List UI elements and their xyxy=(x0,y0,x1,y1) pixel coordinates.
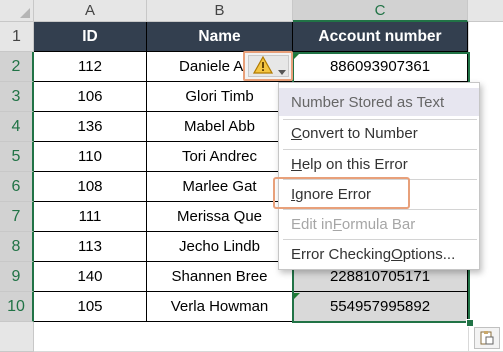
row-header-2[interactable]: 2 xyxy=(0,52,34,82)
spreadsheet: A B C 1 2 3 4 5 6 7 8 9 10 ID Name Account number 11… xyxy=(0,0,503,352)
edit-in-formula-bar-item: Edit in Formula Bar xyxy=(291,215,416,233)
select-all-corner[interactable] xyxy=(0,0,34,22)
table-cell[interactable]: 105 xyxy=(34,292,147,322)
table-cell[interactable]: 140 xyxy=(34,262,147,292)
column-header-a[interactable]: A xyxy=(34,0,147,22)
column-header-b[interactable]: B xyxy=(147,0,293,22)
paste-options-icon[interactable] xyxy=(474,327,500,349)
table-cell[interactable]: Merissa Que xyxy=(147,202,293,232)
header-cell-account[interactable]: Account number xyxy=(293,22,468,52)
error-indicator-icon xyxy=(294,53,300,59)
table-cell[interactable]: 111 xyxy=(34,202,147,232)
row-header-11[interactable] xyxy=(0,322,34,352)
row-header-10[interactable]: 10 xyxy=(0,292,34,322)
row-header-3[interactable]: 3 xyxy=(0,82,34,112)
header-cell-id[interactable]: ID xyxy=(34,22,147,52)
table-cell[interactable]: Glori Timb xyxy=(147,82,293,112)
row-header-8[interactable]: 8 xyxy=(0,232,34,262)
row-header-6[interactable]: 6 xyxy=(0,172,34,202)
header-cell-name[interactable]: Name xyxy=(147,22,293,52)
table-cell[interactable]: 106 xyxy=(34,82,147,112)
row-header-9[interactable]: 9 xyxy=(0,262,34,292)
table-cell[interactable]: 136 xyxy=(34,112,147,142)
table-cell[interactable]: 108 xyxy=(34,172,147,202)
help-on-error-item[interactable]: Help on this Error xyxy=(279,150,479,178)
error-check-button[interactable] xyxy=(243,51,293,81)
menu-title: Number Stored as Text xyxy=(279,88,479,116)
table-cell[interactable]: 886093907361 xyxy=(293,52,468,82)
error-checking-options-item[interactable]: Error Checking Options... xyxy=(279,240,479,268)
table-cell[interactable]: Marlee Gat xyxy=(147,172,293,202)
column-header-d[interactable] xyxy=(468,0,503,22)
table-cell[interactable]: 113 xyxy=(34,232,147,262)
table-cell[interactable]: 554957995892 xyxy=(293,292,468,322)
error-indicator-icon xyxy=(294,293,300,299)
row-header-1[interactable]: 1 xyxy=(0,22,34,52)
ignore-error-highlight xyxy=(273,177,410,209)
table-cell[interactable]: Verla Howman xyxy=(147,292,293,322)
row-header-5[interactable]: 5 xyxy=(0,142,34,172)
error-options-menu: Number Stored as Text Convert to Number H… xyxy=(278,82,480,270)
warning-icon xyxy=(252,55,274,79)
table-cell[interactable]: Shannen Bree xyxy=(147,262,293,292)
table-cell[interactable]: Mabel Abb xyxy=(147,112,293,142)
row-header-7[interactable]: 7 xyxy=(0,202,34,232)
table-cell[interactable]: 112 xyxy=(34,52,147,82)
convert-to-number-item[interactable]: Convert to Number xyxy=(279,119,479,147)
column-header-c[interactable]: C xyxy=(293,0,468,22)
fill-handle[interactable] xyxy=(466,319,474,327)
table-cell[interactable]: Jecho Lindb xyxy=(147,232,293,262)
chevron-down-icon xyxy=(278,62,286,80)
table-cell[interactable]: 110 xyxy=(34,142,147,172)
table-cell[interactable]: Tori Andrec xyxy=(147,142,293,172)
row-header-4[interactable]: 4 xyxy=(0,112,34,142)
